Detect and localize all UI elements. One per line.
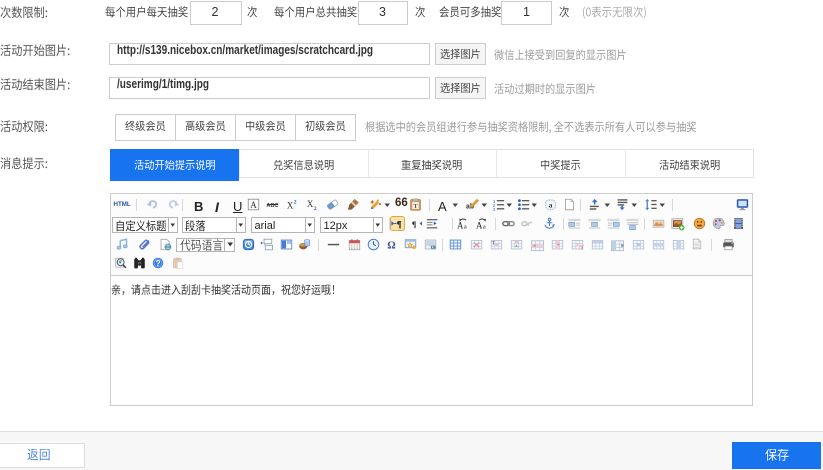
- svg-text:3: 3: [493, 207, 496, 211]
- svg-text:2: 2: [314, 206, 317, 211]
- svg-text:T: T: [413, 203, 418, 210]
- svg-text:A: A: [250, 200, 257, 210]
- svg-text:¶: ¶: [397, 221, 402, 231]
- svg-text:X: X: [307, 199, 314, 209]
- svg-text:A: A: [476, 220, 483, 230]
- svg-text:2: 2: [294, 200, 297, 206]
- svg-text:A: A: [457, 220, 464, 230]
- svg-text:?: ?: [156, 259, 161, 268]
- svg-text:a: a: [463, 223, 466, 230]
- svg-text:Ω: Ω: [387, 240, 395, 250]
- svg-text:a: a: [483, 223, 486, 230]
- svg-text:¶: ¶: [411, 220, 416, 229]
- svg-text:ABC: ABC: [266, 203, 278, 209]
- svg-text:T: T: [580, 244, 584, 251]
- svg-text:X: X: [287, 201, 294, 211]
- svg-text:a: a: [549, 200, 553, 209]
